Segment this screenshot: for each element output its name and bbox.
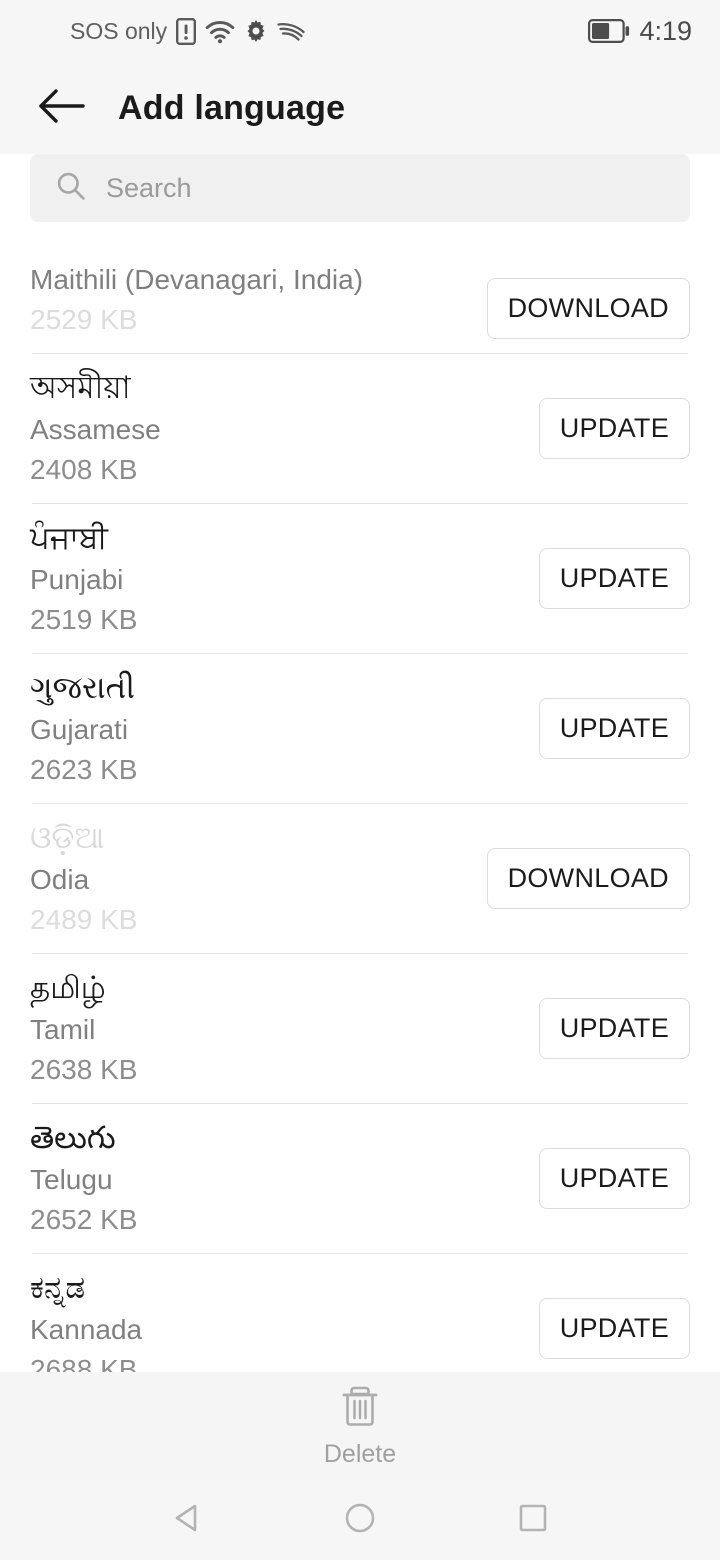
home-circle-icon	[341, 1499, 379, 1542]
gear-icon	[244, 19, 268, 43]
search-placeholder: Search	[106, 172, 192, 203]
nav-back-button[interactable]	[155, 1488, 219, 1552]
language-native-name: ಕನ್ನಡ	[30, 1269, 86, 1305]
language-file-size: 2688 KB	[30, 1353, 138, 1372]
language-english-name: Assamese	[30, 413, 161, 445]
language-action-button[interactable]: UPDATE	[538, 1298, 690, 1359]
back-triangle-icon	[168, 1499, 206, 1542]
language-row[interactable]: ̀ ́ ́ Maithili (Devanagari, India) 2529 KB…	[0, 234, 720, 353]
language-english-name: Tamil	[30, 1013, 96, 1045]
back-arrow-icon	[37, 87, 85, 130]
language-action-button[interactable]: UPDATE	[538, 398, 690, 459]
delete-label[interactable]: Delete	[324, 1440, 396, 1469]
language-list[interactable]: ̀ ́ ́ Maithili (Devanagari, India) 2529 KB…	[0, 234, 720, 1372]
status-bar: SOS only 4:19	[0, 0, 720, 62]
trash-icon[interactable]	[339, 1383, 381, 1434]
language-english-name: Maithili (Devanagari, India)	[30, 263, 364, 295]
search-icon	[56, 171, 86, 206]
language-row[interactable]: ગુજરાતી Gujarati 2623 KB UPDATE	[0, 654, 720, 803]
language-native-name: తెలుగు	[30, 1119, 116, 1155]
bottom-action-bar: Delete	[0, 1372, 720, 1480]
language-file-size: 2408 KB	[30, 453, 138, 485]
language-native-name: ਪੰਜਾਬੀ	[30, 519, 108, 555]
carrier-label: SOS only	[70, 17, 168, 44]
page-title: Add language	[118, 88, 346, 127]
language-row-texts: ગુજરાતી Gujarati 2623 KB	[30, 668, 539, 789]
search-input[interactable]: Search	[30, 154, 690, 222]
language-file-size: 2489 KB	[30, 903, 138, 935]
clipped-native-text: ̀ ́ ́	[30, 240, 49, 254]
language-action-button[interactable]: UPDATE	[538, 548, 690, 609]
nav-home-button[interactable]	[328, 1488, 392, 1552]
language-row-texts: অসমীয়া Assamese 2408 KB	[30, 368, 539, 489]
status-bar-right: 4:19	[588, 16, 692, 47]
sim-alert-icon	[176, 17, 197, 45]
language-row-texts: తెలుగు Telugu 2652 KB	[30, 1118, 539, 1239]
swoosh-icon	[277, 20, 305, 42]
language-english-name: Telugu	[30, 1163, 113, 1195]
language-native-name: অসমীয়া	[30, 369, 131, 405]
language-row[interactable]: ਪੰਜਾਬੀ Punjabi 2519 KB UPDATE	[0, 504, 720, 653]
wifi-icon	[205, 19, 235, 44]
language-action-button[interactable]: DOWNLOAD	[486, 848, 690, 909]
language-action-button[interactable]: UPDATE	[538, 998, 690, 1059]
language-row-texts: ਪੰਜਾਬੀ Punjabi 2519 KB	[30, 518, 539, 639]
language-native-name: ଓଡ଼ିଆ	[30, 819, 105, 855]
language-english-name: Punjabi	[30, 563, 124, 595]
language-file-size: 2652 KB	[30, 1203, 138, 1235]
language-row[interactable]: অসমীয়া Assamese 2408 KB UPDATE	[0, 354, 720, 503]
language-row-texts: தமிழ் Tamil 2638 KB	[30, 968, 539, 1089]
status-bar-left: SOS only	[70, 18, 305, 45]
language-row[interactable]: తెలుగు Telugu 2652 KB UPDATE	[0, 1104, 720, 1253]
language-row[interactable]: ଓଡ଼ିଆ Odia 2489 KB DOWNLOAD	[0, 804, 720, 953]
language-file-size: 2623 KB	[30, 753, 138, 785]
back-button[interactable]	[30, 77, 92, 139]
language-row[interactable]: ಕನ್ನಡ Kannada 2688 KB UPDATE	[0, 1254, 720, 1372]
language-row-texts: ଓଡ଼ିଆ Odia 2489 KB	[30, 818, 487, 939]
battery-icon	[588, 19, 630, 43]
app-bar: Add language	[0, 62, 720, 154]
language-english-name: Gujarati	[30, 713, 129, 745]
language-english-name: Kannada	[30, 1313, 143, 1345]
language-native-name: ગુજરાતી	[30, 669, 135, 705]
search-container: Search	[0, 154, 720, 234]
recents-square-icon	[514, 1499, 552, 1542]
language-action-button[interactable]: UPDATE	[538, 1148, 690, 1209]
phone-screen: SOS only 4:19 Add language Search Maithi…	[0, 0, 720, 1560]
language-file-size: 2529 KB	[30, 303, 138, 335]
language-english-name: Odia	[30, 863, 90, 895]
language-action-button[interactable]: UPDATE	[538, 698, 690, 759]
language-row-texts: Maithili (Devanagari, India) 2529 KB	[30, 259, 487, 339]
language-row-texts: ಕನ್ನಡ Kannada 2688 KB	[30, 1268, 539, 1372]
language-action-button[interactable]: DOWNLOAD	[486, 278, 690, 339]
language-file-size: 2519 KB	[30, 603, 138, 635]
language-file-size: 2638 KB	[30, 1053, 138, 1085]
language-native-name: தமிழ்	[30, 969, 106, 1005]
clock-label: 4:19	[639, 15, 692, 46]
system-nav-bar	[0, 1480, 720, 1560]
nav-recents-button[interactable]	[501, 1488, 565, 1552]
language-row[interactable]: தமிழ் Tamil 2638 KB UPDATE	[0, 954, 720, 1103]
